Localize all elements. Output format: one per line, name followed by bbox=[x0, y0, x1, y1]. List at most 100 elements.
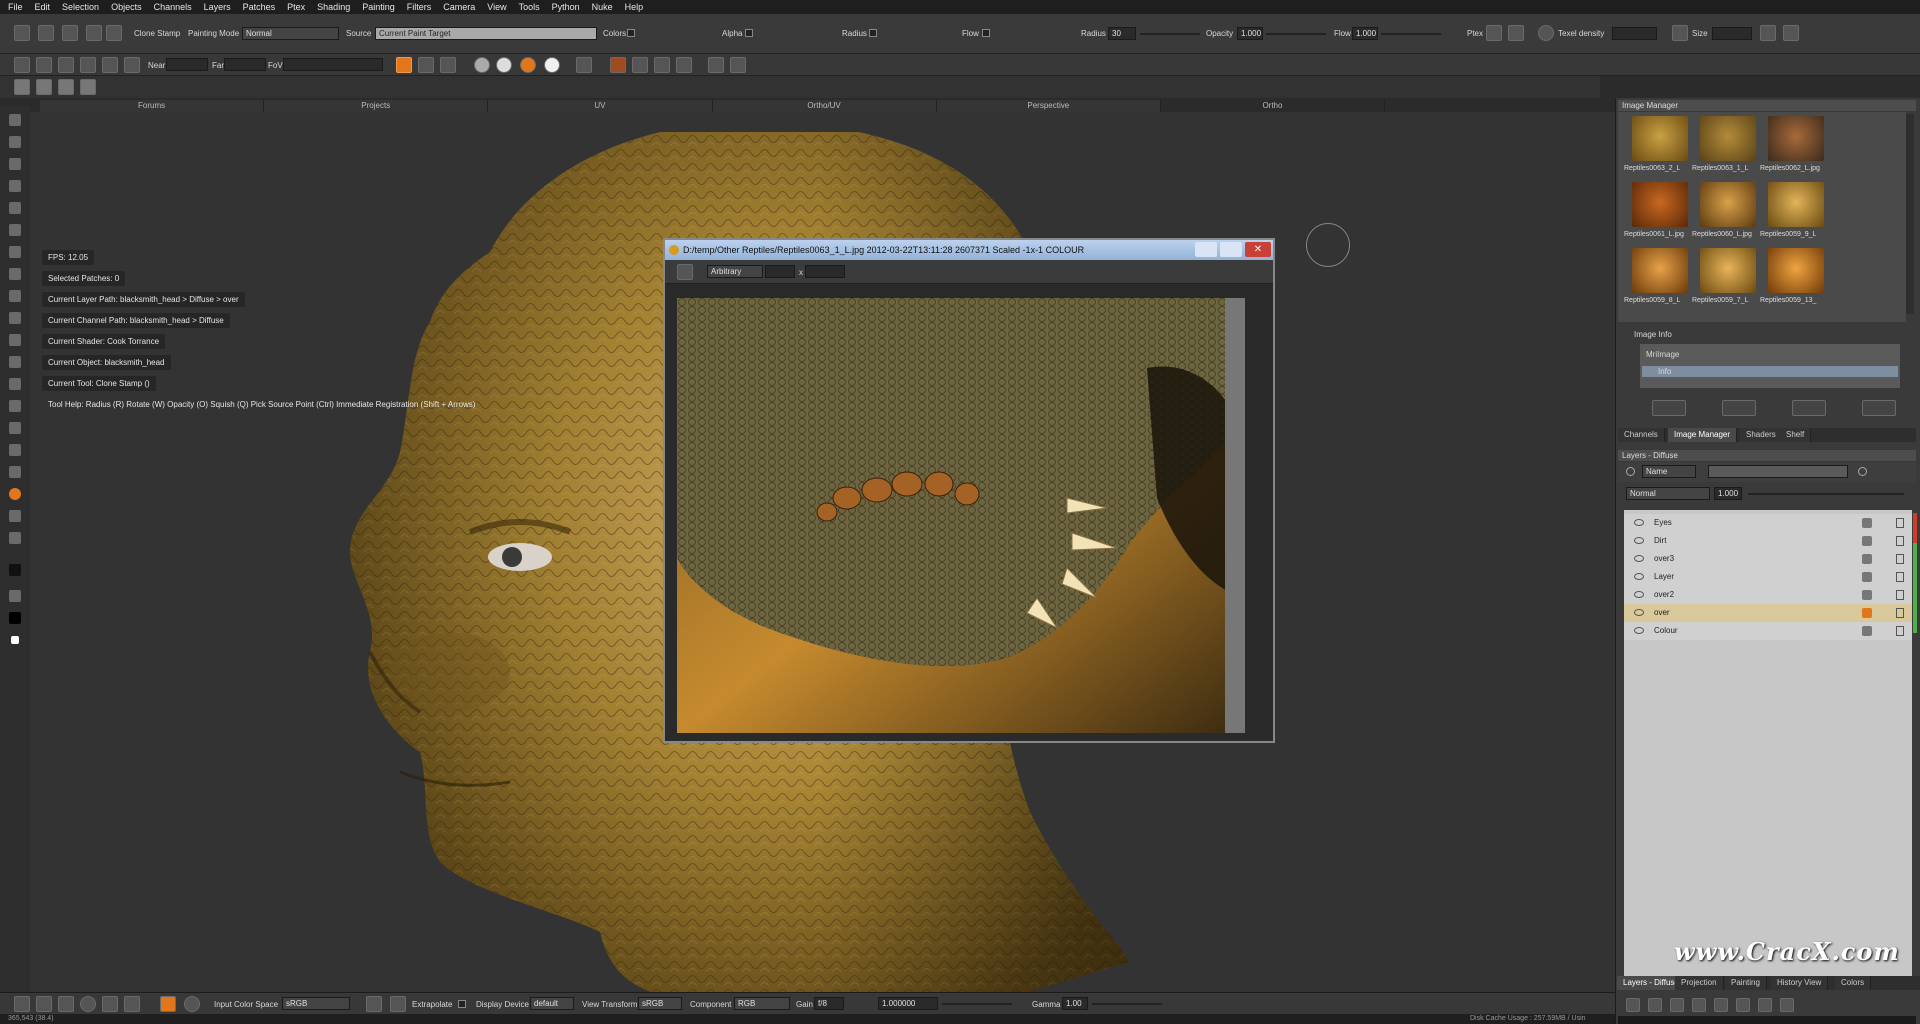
frame-icon[interactable] bbox=[576, 57, 592, 73]
layers-filter-select[interactable]: Name bbox=[1642, 465, 1696, 478]
crosshair-icon[interactable] bbox=[632, 57, 648, 73]
panel-tab-channels[interactable]: Channels bbox=[1618, 428, 1665, 442]
menu-ptex[interactable]: Ptex bbox=[287, 2, 305, 12]
new-icon[interactable] bbox=[14, 25, 30, 41]
layer-row[interactable]: Eyes bbox=[1624, 514, 1912, 532]
extrapolate-icon[interactable] bbox=[390, 996, 406, 1012]
point-icon[interactable] bbox=[610, 57, 626, 73]
layer-row[interactable]: Dirt bbox=[1624, 532, 1912, 550]
shade-flat-icon[interactable] bbox=[474, 57, 490, 73]
lasso-icon[interactable] bbox=[124, 996, 140, 1012]
flow-field[interactable]: 1.000 bbox=[1352, 27, 1378, 40]
image-viewer-titlebar[interactable]: D:/temp/Other Reptiles/Reptiles0063_1_L.… bbox=[665, 240, 1273, 260]
menu-channels[interactable]: Channels bbox=[154, 2, 192, 12]
zoom-tool-icon[interactable] bbox=[9, 180, 21, 192]
extrapolate-checkbox[interactable] bbox=[458, 1000, 466, 1008]
info-child-row[interactable]: Info bbox=[1642, 366, 1898, 377]
grid-icon[interactable] bbox=[1508, 25, 1524, 41]
panel-tab-shelf[interactable]: Shelf bbox=[1780, 428, 1812, 442]
layer-row[interactable]: over2 bbox=[1624, 586, 1912, 604]
grid-layers-icon[interactable] bbox=[1780, 998, 1794, 1012]
move-tool-icon[interactable] bbox=[9, 202, 21, 214]
width-field[interactable] bbox=[765, 265, 795, 278]
height-field[interactable] bbox=[805, 265, 845, 278]
menu-tools[interactable]: Tools bbox=[519, 2, 540, 12]
im-btn-link-icon[interactable] bbox=[1792, 400, 1826, 416]
undo-icon[interactable] bbox=[14, 996, 30, 1012]
tab-ortho-uv[interactable]: Ortho/UV bbox=[712, 100, 937, 112]
eye-icon[interactable] bbox=[1634, 537, 1644, 544]
sponge-tool-icon[interactable] bbox=[9, 422, 21, 434]
menu-shading[interactable]: Shading bbox=[317, 2, 350, 12]
input-color-space-select[interactable]: sRGB bbox=[282, 997, 350, 1010]
open-icon[interactable] bbox=[38, 25, 54, 41]
projection-icon[interactable] bbox=[418, 57, 434, 73]
gain-field[interactable]: 1.000000 bbox=[878, 997, 938, 1010]
eye-icon[interactable] bbox=[1634, 555, 1644, 562]
im-btn-import-icon[interactable] bbox=[1652, 400, 1686, 416]
lock-icon[interactable] bbox=[1896, 626, 1904, 636]
globe-icon[interactable] bbox=[1538, 25, 1554, 41]
flatten-icon[interactable] bbox=[1758, 998, 1772, 1012]
flow-checkbox[interactable] bbox=[982, 29, 990, 37]
info-root-item[interactable]: MriImage bbox=[1646, 350, 1679, 359]
select-tool-icon[interactable] bbox=[9, 114, 21, 126]
size-field[interactable] bbox=[1712, 27, 1752, 40]
layer-row[interactable]: over3 bbox=[1624, 550, 1912, 568]
panel-tab-shaders[interactable]: Shaders bbox=[1740, 428, 1783, 442]
image-icon[interactable] bbox=[36, 57, 52, 73]
background-color-icon[interactable] bbox=[9, 612, 21, 624]
down-arrow-icon[interactable] bbox=[58, 996, 74, 1012]
add-mask-icon[interactable] bbox=[1692, 998, 1706, 1012]
source-select[interactable]: Current Paint Target bbox=[375, 27, 597, 40]
tab-ortho[interactable]: Ortho bbox=[1160, 100, 1386, 112]
merge-layer-icon[interactable] bbox=[1736, 998, 1750, 1012]
stamp-icon[interactable] bbox=[106, 25, 122, 41]
lock-icon[interactable] bbox=[1896, 572, 1904, 582]
lock-icon[interactable] bbox=[1896, 518, 1904, 528]
zoom-icon[interactable] bbox=[80, 996, 96, 1012]
default-colors-icon[interactable] bbox=[11, 636, 19, 644]
paint-through-icon[interactable] bbox=[9, 510, 21, 522]
panel-tab-projection[interactable]: Projection bbox=[1675, 976, 1724, 990]
eyedropper-icon[interactable] bbox=[9, 246, 21, 258]
add-group-icon[interactable] bbox=[1648, 998, 1662, 1012]
foreground-color-icon[interactable] bbox=[9, 564, 21, 576]
image-thumbnail[interactable] bbox=[1632, 182, 1688, 227]
mirror-icon[interactable] bbox=[730, 57, 746, 73]
view-transform-select[interactable]: sRGB bbox=[638, 997, 682, 1010]
shade-lit-icon[interactable] bbox=[544, 57, 560, 73]
blur-tool-icon[interactable] bbox=[9, 312, 21, 324]
film-icon[interactable] bbox=[102, 57, 118, 73]
smudge-tool-icon[interactable] bbox=[9, 334, 21, 346]
eye-icon[interactable] bbox=[1634, 627, 1644, 634]
panel-tab-image-manager[interactable]: Image Manager bbox=[1668, 428, 1738, 442]
minimize-button[interactable] bbox=[1195, 242, 1217, 257]
visibility-all-icon[interactable] bbox=[36, 79, 52, 95]
menu-painting[interactable]: Painting bbox=[362, 2, 395, 12]
close-button[interactable]: ✕ bbox=[1245, 242, 1271, 257]
menu-objects[interactable]: Objects bbox=[111, 2, 142, 12]
menu-edit[interactable]: Edit bbox=[35, 2, 51, 12]
tab-forums[interactable]: Forums bbox=[40, 100, 265, 112]
radius-checkbox[interactable] bbox=[869, 29, 877, 37]
tab-perspective[interactable]: Perspective bbox=[936, 100, 1161, 112]
paste-icon[interactable] bbox=[1783, 25, 1799, 41]
camera-icon[interactable] bbox=[14, 57, 30, 73]
menu-python[interactable]: Python bbox=[552, 2, 580, 12]
visibility-toggle-icon[interactable] bbox=[58, 79, 74, 95]
panel-tab-colors[interactable]: Colors bbox=[1835, 976, 1872, 990]
cube-icon[interactable] bbox=[80, 57, 96, 73]
image-thumbnail[interactable] bbox=[1768, 248, 1824, 293]
painting-mode-select[interactable]: Normal bbox=[242, 27, 339, 40]
eye-icon[interactable] bbox=[1634, 591, 1644, 598]
visibility-icon[interactable] bbox=[14, 79, 30, 95]
dodge-tool-icon[interactable] bbox=[9, 356, 21, 368]
tab-uv[interactable]: UV bbox=[488, 100, 713, 112]
move-icon[interactable] bbox=[36, 996, 52, 1012]
layers-filter-input[interactable] bbox=[1708, 465, 1848, 478]
image-thumbnail[interactable] bbox=[1700, 248, 1756, 293]
radius-slider[interactable] bbox=[1140, 33, 1200, 35]
copy-icon[interactable] bbox=[1760, 25, 1776, 41]
alpha-checkbox[interactable] bbox=[745, 29, 753, 37]
